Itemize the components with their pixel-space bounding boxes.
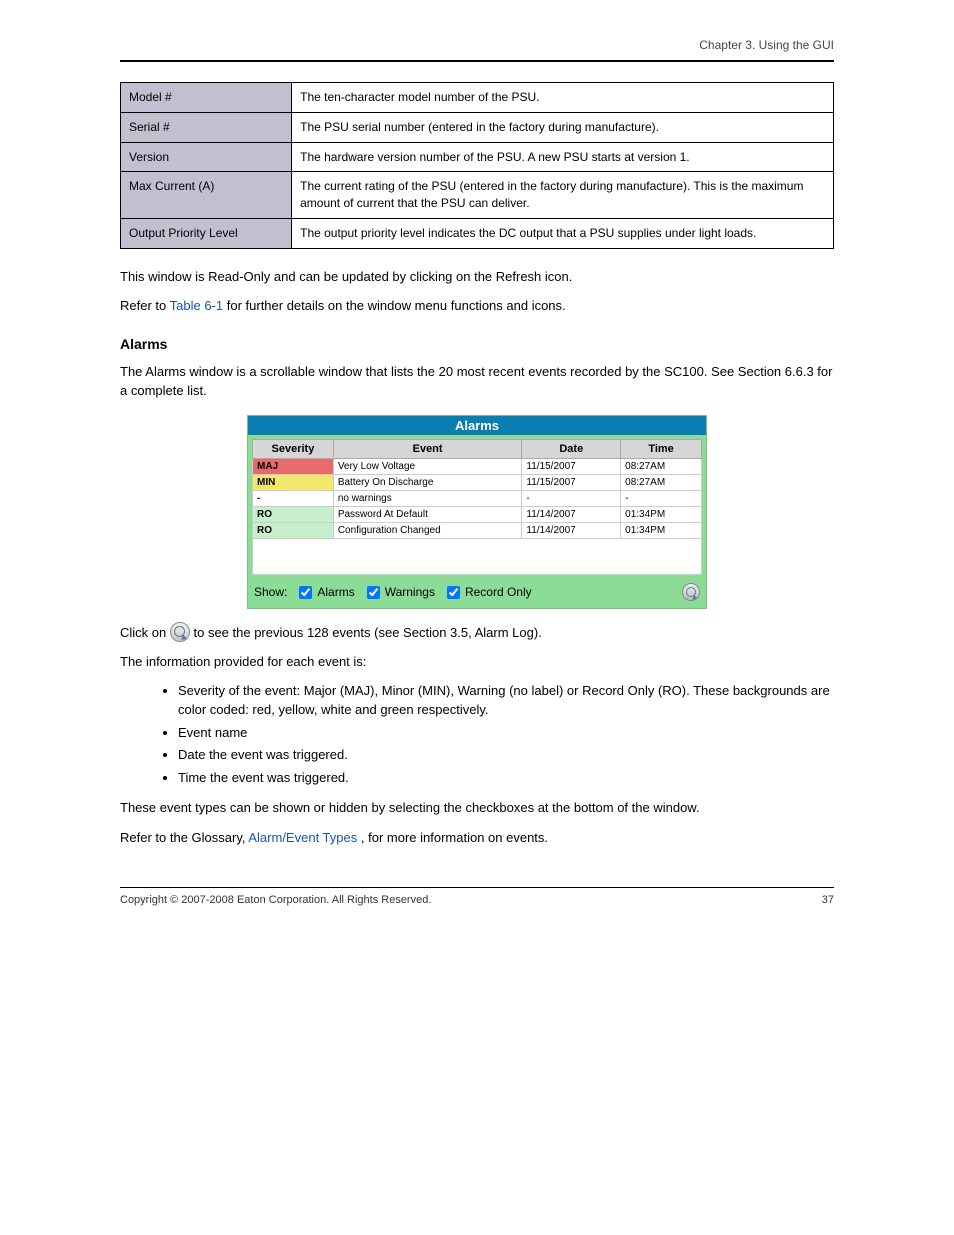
- heading-alarms: Alarms: [120, 336, 834, 352]
- list-item: Time the event was triggered.: [178, 769, 834, 788]
- list-item: Event name: [178, 724, 834, 743]
- info-field: Output Priority Level: [121, 218, 292, 248]
- info-field: Model #: [121, 83, 292, 113]
- checkbox-input[interactable]: [447, 586, 460, 599]
- cell-severity: -: [253, 490, 334, 506]
- cell-event: Configuration Changed: [333, 522, 522, 538]
- table-row: Model # The ten-character model number o…: [121, 83, 834, 113]
- cell-severity: MIN: [253, 474, 334, 490]
- footer-copyright: Copyright © 2007-2008 Eaton Corporation.…: [120, 894, 431, 906]
- checkbox-text: Record Only: [465, 585, 532, 599]
- table-row: Version The hardware version number of t…: [121, 142, 834, 172]
- alarms-panel: Alarms Severity Event Date Time MAJ Very…: [247, 415, 707, 609]
- page-footer: Copyright © 2007-2008 Eaton Corporation.…: [120, 887, 834, 906]
- cell-date: 11/14/2007: [522, 506, 621, 522]
- explain-bullets: Severity of the event: Major (MAJ), Mino…: [138, 682, 834, 788]
- link-glossary-alarm-event-types[interactable]: Alarm/Event Types: [248, 830, 357, 845]
- body-paragraph: This window is Read-Only and can be upda…: [120, 267, 834, 287]
- body-paragraph: Click on to see the previous 128 events …: [120, 623, 834, 643]
- info-desc: The hardware version number of the PSU. …: [292, 142, 834, 172]
- list-item: Severity of the event: Major (MAJ), Mino…: [178, 682, 834, 720]
- table-row[interactable]: MIN Battery On Discharge 11/15/2007 08:2…: [253, 474, 702, 490]
- cell-date: 11/15/2007: [522, 474, 621, 490]
- header-rule: [120, 60, 834, 62]
- info-field: Version: [121, 142, 292, 172]
- table-row[interactable]: - no warnings - -: [253, 490, 702, 506]
- checkbox-text: Alarms: [317, 585, 354, 599]
- cell-severity: RO: [253, 506, 334, 522]
- alarms-table: Severity Event Date Time MAJ Very Low Vo…: [252, 439, 702, 539]
- text-span: Refer to: [120, 298, 170, 313]
- cell-event: Password At Default: [333, 506, 522, 522]
- cell-time: 08:27AM: [621, 458, 702, 474]
- table-row: Serial # The PSU serial number (entered …: [121, 112, 834, 142]
- text-span: Refer to the Glossary,: [120, 830, 248, 845]
- cell-time: 08:27AM: [621, 474, 702, 490]
- text-span: Click on: [120, 625, 170, 640]
- body-paragraph: Refer to Table 6-1 for further details o…: [120, 296, 834, 316]
- body-paragraph: The Alarms window is a scrollable window…: [120, 362, 834, 401]
- checkbox-input[interactable]: [299, 586, 312, 599]
- table-row[interactable]: MAJ Very Low Voltage 11/15/2007 08:27AM: [253, 458, 702, 474]
- info-desc: The ten-character model number of the PS…: [292, 83, 834, 113]
- link-table-6-1[interactable]: Table 6-1: [170, 298, 223, 313]
- body-paragraph: Refer to the Glossary, Alarm/Event Types…: [120, 828, 834, 848]
- col-event[interactable]: Event: [333, 439, 522, 458]
- cell-severity: RO: [253, 522, 334, 538]
- cell-time: 01:34PM: [621, 522, 702, 538]
- text-span: for further details on the window menu f…: [227, 298, 566, 313]
- cell-time: -: [621, 490, 702, 506]
- checkbox-text: Warnings: [385, 585, 435, 599]
- body-paragraph: The information provided for each event …: [120, 652, 834, 672]
- alarms-titlebar: Alarms: [248, 416, 706, 435]
- info-field: Serial #: [121, 112, 292, 142]
- info-desc: The output priority level indicates the …: [292, 218, 834, 248]
- cell-event: no warnings: [333, 490, 522, 506]
- cell-date: -: [522, 490, 621, 506]
- col-time[interactable]: Time: [621, 439, 702, 458]
- cell-date: 11/15/2007: [522, 458, 621, 474]
- cell-severity: MAJ: [253, 458, 334, 474]
- body-paragraph: These event types can be shown or hidden…: [120, 798, 834, 818]
- text-span: to see the previous 128 events (see Sect…: [193, 625, 541, 640]
- table-row: Max Current (A) The current rating of th…: [121, 172, 834, 219]
- col-severity[interactable]: Severity: [253, 439, 334, 458]
- checkbox-input[interactable]: [367, 586, 380, 599]
- cell-date: 11/14/2007: [522, 522, 621, 538]
- info-desc: The PSU serial number (entered in the fa…: [292, 112, 834, 142]
- footer-page-number: 37: [822, 894, 834, 906]
- alarms-footer: Show: Alarms Warnings Record Only: [248, 579, 706, 602]
- info-field: Max Current (A): [121, 172, 292, 219]
- table-row[interactable]: RO Configuration Changed 11/14/2007 01:3…: [253, 522, 702, 538]
- table-row[interactable]: RO Password At Default 11/14/2007 01:34P…: [253, 506, 702, 522]
- checkbox-warnings[interactable]: Warnings: [363, 583, 435, 602]
- history-icon[interactable]: [170, 622, 190, 642]
- history-icon[interactable]: [682, 583, 700, 601]
- show-label: Show:: [254, 585, 287, 599]
- col-date[interactable]: Date: [522, 439, 621, 458]
- text-span: , for more information on events.: [361, 830, 548, 845]
- table-row: Output Priority Level The output priorit…: [121, 218, 834, 248]
- cell-time: 01:34PM: [621, 506, 702, 522]
- psu-info-table: Model # The ten-character model number o…: [120, 82, 834, 249]
- info-desc: The current rating of the PSU (entered i…: [292, 172, 834, 219]
- cell-event: Very Low Voltage: [333, 458, 522, 474]
- cell-event: Battery On Discharge: [333, 474, 522, 490]
- alarms-blank-area: [252, 539, 702, 575]
- header-chapter: Chapter 3. Using the GUI: [699, 38, 834, 52]
- checkbox-record-only[interactable]: Record Only: [443, 583, 532, 602]
- list-item: Date the event was triggered.: [178, 746, 834, 765]
- checkbox-alarms[interactable]: Alarms: [295, 583, 354, 602]
